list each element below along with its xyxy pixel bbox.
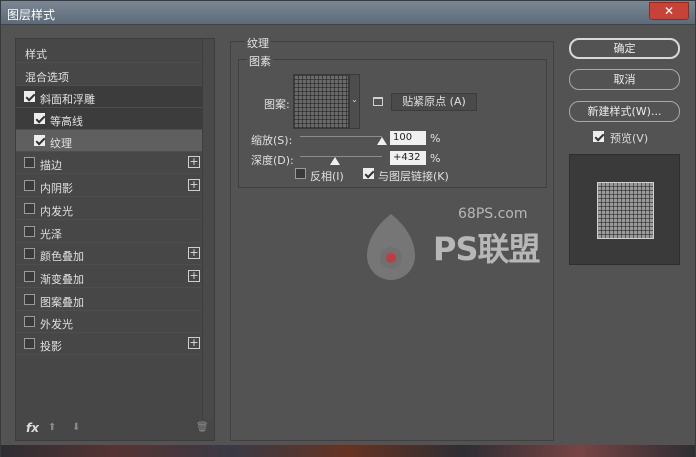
add-inner-shadow-icon[interactable]: + xyxy=(188,179,200,191)
sidebar-item-bevel-emboss[interactable]: 斜面和浮雕 xyxy=(16,86,202,108)
style-preview xyxy=(569,154,680,265)
sidebar-item-color-overlay[interactable]: 颜色叠加 + xyxy=(16,243,202,265)
pattern-overlay-checkbox[interactable] xyxy=(24,294,35,305)
sidebar-item-label: 混合选项 xyxy=(25,71,69,84)
sidebar-item-contour[interactable]: 等高线 xyxy=(16,108,202,130)
invert-checkbox[interactable] xyxy=(295,168,306,179)
sidebar-item-outer-glow[interactable]: 外发光 xyxy=(16,311,202,333)
scale-slider-track[interactable] xyxy=(300,136,382,137)
sidebar-item-label: 描边 xyxy=(40,159,62,172)
link-with-layer-label: 与图层链接(K) xyxy=(378,170,449,183)
sidebar-item-inner-glow[interactable]: 内发光 xyxy=(16,198,202,220)
scale-percent: % xyxy=(430,132,441,145)
preview-checkbox[interactable] xyxy=(593,131,604,142)
new-preset-icon[interactable] xyxy=(373,97,383,106)
add-drop-shadow-icon[interactable]: + xyxy=(188,337,200,349)
inner-shadow-checkbox[interactable] xyxy=(24,180,35,191)
preview-swatch xyxy=(597,182,654,239)
sidebar-item-pattern-overlay[interactable]: 图案叠加 xyxy=(16,289,202,311)
outer-glow-checkbox[interactable] xyxy=(24,316,35,327)
texture-section-title: 纹理 xyxy=(245,35,271,51)
watermark-site: 68PS.com xyxy=(458,206,528,222)
style-list-panel: 样式 混合选项 斜面和浮雕 等高线 纹理 描边 + 内阴影 + 内发光 光泽 颜… xyxy=(15,38,215,441)
sidebar-item-satin[interactable]: 光泽 xyxy=(16,221,202,243)
snap-to-origin-button[interactable]: 贴紧原点 (A) xyxy=(391,93,477,111)
sidebar-item-label: 斜面和浮雕 xyxy=(40,93,95,106)
sidebar-item-label: 等高线 xyxy=(50,115,83,128)
style-list-scrollbar[interactable] xyxy=(202,39,214,419)
elements-group: 图素 图案: ⌄ 贴紧原点 (A) 缩放(S): 100 % 深度(D): +4… xyxy=(238,53,547,188)
depth-input[interactable]: +432 xyxy=(390,151,426,165)
layer-style-dialog: 图层样式 ✕ 样式 混合选项 斜面和浮雕 等高线 纹理 描边 + 内阴影 + 内… xyxy=(0,0,696,457)
sidebar-item-blending-options[interactable]: 混合选项 xyxy=(16,64,202,86)
ok-button[interactable]: 确定 xyxy=(569,38,680,59)
inner-glow-checkbox[interactable] xyxy=(24,203,35,214)
add-color-overlay-icon[interactable]: + xyxy=(188,247,200,259)
sidebar-item-stroke[interactable]: 描边 + xyxy=(16,152,202,174)
sidebar-item-texture[interactable]: 纹理 xyxy=(16,130,202,152)
sidebar-item-label: 内阴影 xyxy=(40,182,73,195)
link-with-layer-checkbox[interactable] xyxy=(363,168,374,179)
styles-header-label: 样式 xyxy=(25,48,47,61)
new-style-button[interactable]: 新建样式(W)... xyxy=(569,101,680,122)
watermark-brand: PS联盟 xyxy=(433,230,541,268)
fx-icon[interactable]: fx xyxy=(26,421,39,435)
sidebar-item-gradient-overlay[interactable]: 渐变叠加 + xyxy=(16,266,202,288)
add-stroke-icon[interactable]: + xyxy=(188,156,200,168)
contour-checkbox[interactable] xyxy=(34,113,45,124)
depth-slider-track[interactable] xyxy=(300,156,382,157)
style-list-toolbar: fx ⬆ ⬇ 🗑 xyxy=(26,421,209,435)
color-overlay-checkbox[interactable] xyxy=(24,248,35,259)
stroke-checkbox[interactable] xyxy=(24,157,35,168)
pattern-label: 图案: xyxy=(264,98,290,111)
satin-checkbox[interactable] xyxy=(24,226,35,237)
scale-slider-handle[interactable] xyxy=(377,137,387,145)
depth-percent: % xyxy=(430,152,441,165)
pattern-picker[interactable] xyxy=(293,74,349,129)
window-title: 图层样式 xyxy=(7,8,56,22)
scale-label: 缩放(S): xyxy=(251,134,293,147)
cancel-button[interactable]: 取消 xyxy=(569,69,680,90)
sidebar-item-label: 光泽 xyxy=(40,228,62,241)
watermark-emblem-icon xyxy=(367,214,415,280)
texture-checkbox[interactable] xyxy=(34,135,45,146)
sidebar-item-label: 图案叠加 xyxy=(40,296,84,309)
sidebar-item-drop-shadow[interactable]: 投影 + xyxy=(16,333,202,355)
move-down-icon[interactable]: ⬇ xyxy=(72,422,80,433)
move-up-icon[interactable]: ⬆ xyxy=(48,422,56,433)
sidebar-item-label: 内发光 xyxy=(40,205,73,218)
sidebar-item-label: 纹理 xyxy=(50,137,72,150)
depth-label: 深度(D): xyxy=(251,154,294,167)
sidebar-item-label: 颜色叠加 xyxy=(40,250,84,263)
elements-group-title: 图素 xyxy=(247,53,273,69)
bevel-emboss-checkbox[interactable] xyxy=(24,91,35,102)
styles-header[interactable]: 样式 xyxy=(16,41,202,63)
depth-slider-handle[interactable] xyxy=(330,157,341,165)
drop-shadow-checkbox[interactable] xyxy=(24,338,35,349)
add-gradient-overlay-icon[interactable]: + xyxy=(188,270,200,282)
sidebar-item-label: 外发光 xyxy=(40,318,73,331)
trash-icon[interactable]: 🗑 xyxy=(196,422,209,433)
sidebar-item-inner-shadow[interactable]: 内阴影 + xyxy=(16,175,202,197)
title-bar[interactable]: 图层样式 ✕ xyxy=(1,1,695,25)
preview-label: 预览(V) xyxy=(610,132,649,145)
pattern-dropdown[interactable]: ⌄ xyxy=(349,74,360,129)
scale-input[interactable]: 100 xyxy=(390,131,426,145)
sidebar-item-label: 渐变叠加 xyxy=(40,273,84,286)
gradient-overlay-checkbox[interactable] xyxy=(24,271,35,282)
desktop-background-strip xyxy=(1,445,695,457)
sidebar-item-label: 投影 xyxy=(40,340,62,353)
close-button[interactable]: ✕ xyxy=(649,2,689,20)
invert-label: 反相(I) xyxy=(310,170,344,183)
